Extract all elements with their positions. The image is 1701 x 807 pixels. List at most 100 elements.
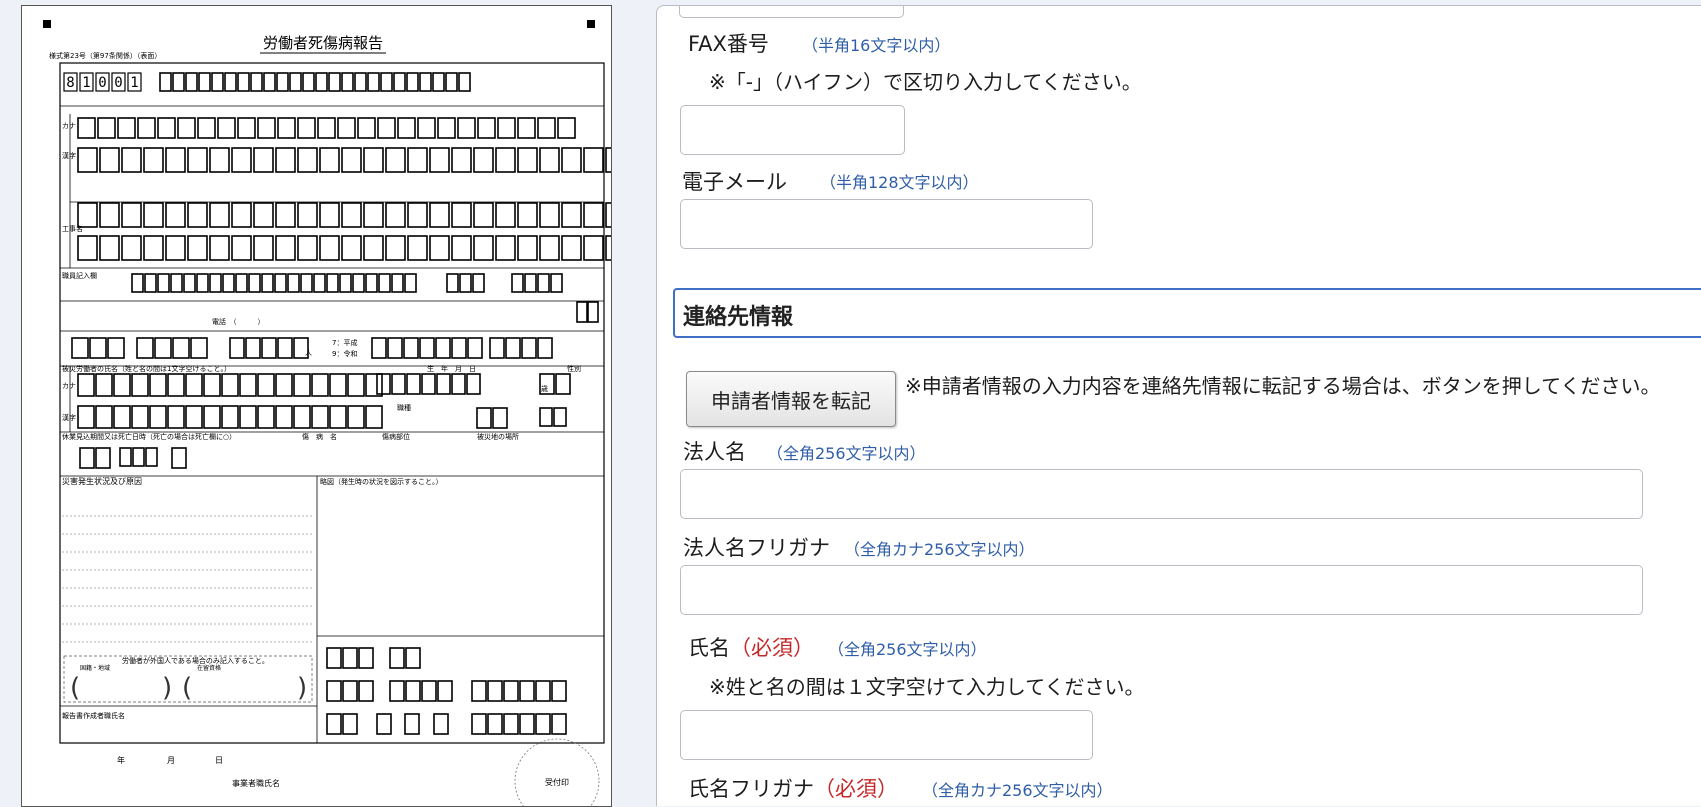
char-box [311,405,329,429]
code-digit: 8 [66,75,74,91]
char-box [275,373,293,397]
char-box [131,405,149,429]
svg-text:): ) [297,673,307,703]
char-box [326,273,339,293]
svg-text:性別: 性別 [567,364,581,373]
svg-text:年: 年 [117,755,125,765]
svg-text:工事名: 工事名 [62,224,83,233]
char-box [451,202,472,228]
char-box [99,202,120,228]
char-box [561,147,582,173]
char-box [407,235,428,261]
char-box [337,117,356,139]
char-box [433,713,449,735]
char-box [342,647,358,669]
char-box [117,117,136,139]
svg-text:生 年 月 日: 生 年 月 日 [427,364,476,373]
foreign-note: 労働者が外国人である場合のみ記入すること。 [122,656,269,665]
char-box [406,373,421,395]
char-box [311,373,329,397]
cause-dotted-lines [62,515,314,643]
char-box [121,147,142,173]
char-box [89,337,107,359]
char-box [329,405,347,429]
char-box [495,147,516,173]
char-box [341,235,362,261]
char-box [253,235,274,261]
char-box [405,680,421,702]
char-box [274,273,287,293]
char-box [326,680,342,702]
form-number: 様式第23号（第97条関係）（表面） [49,51,161,60]
char-box [209,273,222,293]
character-boxes [71,72,611,735]
char-box [407,202,428,228]
char-box [177,117,196,139]
char-box [429,235,450,261]
name-kana-label-text: 氏名フリガナ [688,777,814,801]
char-box [451,147,472,173]
char-box [363,235,384,261]
char-box [391,373,406,395]
char-box [319,147,340,173]
char-box [187,147,208,173]
char-box [365,405,383,429]
char-box [165,235,186,261]
email-label: 電子メール [682,170,787,194]
char-box [421,373,436,395]
char-box [385,235,406,261]
char-box [275,202,296,228]
name-input[interactable] [680,710,1093,760]
char-box [466,373,481,395]
char-box [473,147,494,173]
char-box [446,273,459,293]
char-box [517,117,536,139]
char-box [237,72,250,92]
char-box [95,447,111,469]
char-box [328,72,341,92]
transfer-note: ※申請者情報の入力内容を連絡先情報に転記する場合は、ボタンを押してください。 [905,374,1661,398]
char-box [445,72,458,92]
char-box [287,273,300,293]
svg-text:略図（発生時の状況を図示すること。）: 略図（発生時の状況を図示すること。） [320,477,443,486]
char-box [458,72,471,92]
corp-name-input[interactable] [680,469,1643,519]
char-box [211,72,224,92]
svg-text:休業見込期間又は死亡日時（死亡の場合は死亡欄に○）: 休業見込期間又は死亡日時（死亡の場合は死亡欄に○） [62,432,236,441]
char-box [97,117,116,139]
char-box [352,273,365,293]
char-box [437,680,453,702]
previous-field-input[interactable] [679,6,904,18]
corp-kana-input[interactable] [680,565,1643,615]
char-box [119,447,132,467]
char-box [354,72,367,92]
char-box [376,373,391,395]
char-box [171,447,187,469]
char-box [190,337,208,359]
svg-text:日: 日 [215,756,223,765]
char-box [77,373,95,397]
char-box [583,235,604,261]
char-box [167,405,185,429]
fax-note: ※「-」（ハイフン）で区切り入力してください。 [709,70,1142,94]
char-box [231,147,252,173]
char-box [551,713,567,735]
form-preview: 労働者死傷病報告 様式第23号（第97条関係）（表面） 81001 労働者が外国… [21,5,612,807]
fax-input[interactable] [680,105,905,155]
char-box [197,117,216,139]
char-box [319,202,340,228]
svg-text:傷 病 名: 傷 病 名 [302,432,337,441]
char-box [149,405,167,429]
contact-section-title: 連絡先情報 [683,305,794,330]
char-box [239,373,257,397]
svg-text:被災労働者の氏名（姓と名の間は1文字空けること。）: 被災労働者の氏名（姓と名の間は1文字空けること。） [62,364,231,373]
code-digit: 1 [130,75,138,91]
char-box [297,202,318,228]
transfer-applicant-info-button[interactable]: 申請者情報を転記 [686,371,896,427]
svg-text:職種: 職種 [397,403,411,412]
char-box [131,373,149,397]
char-box [365,273,378,293]
char-box [551,680,567,702]
email-input[interactable] [680,199,1093,249]
char-box [387,337,403,359]
